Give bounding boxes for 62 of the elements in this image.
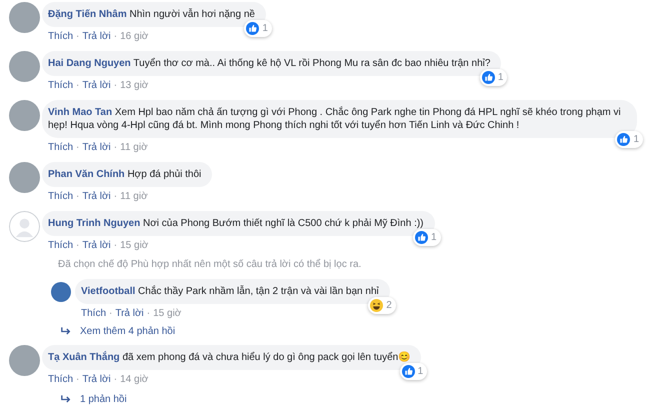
comment-action-link[interactable]: Thích [48,30,74,43]
avatar-photo-placeholder[interactable] [9,2,40,33]
reaction-count-badge[interactable]: 1 [412,229,441,246]
avatar-photo-placeholder[interactable] [9,100,40,131]
separator-dot: · [76,30,80,43]
avatar-photo-placeholder[interactable] [9,51,40,82]
reaction-count-badge[interactable]: 1 [615,131,643,148]
comment-action-link[interactable]: Trả lời [82,239,111,252]
comment-action-link[interactable]: Trả lời [82,141,111,154]
separator-dot: · [76,239,80,252]
author-link[interactable]: Hung Trinh Nguyen [48,218,140,229]
author-link[interactable]: Tạ Xuân Thắng [48,352,120,363]
separator-dot: · [109,307,112,320]
reply-arrow-icon [61,395,71,404]
view-replies-link[interactable]: Xem thêm 4 phản hồi [80,326,176,337]
filter-notice: Đã chọn chế độ Phù hợp nhất nên một số câu trả lời có thể bị lọc ra. [58,259,362,270]
avatar-photo-placeholder[interactable] [9,345,40,376]
thumbs-up-icon [617,133,630,146]
comment-action-link[interactable]: Trả lời [82,190,111,203]
thumbs-up-icon [246,22,260,35]
separator-dot: · [114,373,118,386]
separator-dot: · [114,190,118,203]
laughing-face-icon [370,299,384,312]
author-link[interactable]: Hai Dang Nguyen [48,58,131,69]
reply-arrow-icon [61,327,71,336]
comment-text: Phan Văn Chính Hợp đá phủi thôi [48,168,202,181]
comment-text: Vietfootball Chắc thầy Park nhầm lẫn, tận 2 trận và vài lần bạn nhỉ [81,285,379,298]
comment-action-link[interactable]: Trả lời [82,373,111,386]
separator-dot: · [76,141,80,154]
separator-dot: · [114,141,118,154]
comment-action-link[interactable]: Thích [48,141,74,154]
avatar-photo-placeholder[interactable] [51,282,71,302]
comment-text: Hai Dang Nguyen Tuyển thơ cơ mà.. Ai thống kê hộ VL rồi Phong Mu ra sân đc bao nhiêu trận nhỉ? [48,57,490,70]
default-avatar-icon[interactable] [9,211,40,242]
separator-dot: · [76,79,80,92]
thumbs-up-icon [402,365,415,378]
comment-action-link[interactable]: Thích [48,239,74,252]
view-replies-link[interactable]: 1 phản hồi [80,394,127,405]
thumbs-up-icon [482,71,495,84]
comment-text: Vinh Mao Tan Xem Hpl bao năm chả ấn tượng gì với Phong . Chắc ông Park nghe tin Phong đá HPL nghĩ sẽ khéo trong phạm vi hẹp! Hqua vòng 4-Hpl cũng đá bt. Mình mong Phong thích nghi tốt với tuyển hơn Tiến Linh và Đức Chinh ! [48,106,622,132]
author-link[interactable]: Phan Văn Chính [48,169,125,180]
thumbs-up-icon [414,231,428,244]
separator-dot: · [76,190,80,203]
separator-dot: · [114,30,118,43]
comment-action-link[interactable]: Thích [81,307,106,320]
separator-dot: · [114,79,118,92]
comment-action-link[interactable]: Trả lời [82,79,111,92]
comment-action-link[interactable]: Thích [48,373,74,386]
comment-text: Tạ Xuân Thắng đã xem phong đá và chưa hiểu lý do gì ông pack gọi lên tuyển😊 [48,351,410,364]
comment-action-link[interactable]: Thích [48,190,74,203]
author-link[interactable]: Vinh Mao Tan [48,107,112,118]
separator-dot: · [146,307,150,320]
author-link[interactable]: Đặng Tiến Nhâm [48,9,127,20]
comment-text: Hung Trinh Nguyen Nơi của Phong Bướm thiết nghĩ là C500 chứ k phải Mỹ Đình :)) [48,217,424,230]
comment-action-link[interactable]: Trả lời [115,307,144,320]
author-link[interactable]: Vietfootball [81,286,136,297]
comment-action-link[interactable]: Trả lời [82,30,111,43]
separator-dot: · [114,239,118,252]
separator-dot: · [76,373,80,386]
avatar-photo-placeholder[interactable] [9,162,40,193]
comment-action-link[interactable]: Thích [48,79,74,92]
comment-text: Đặng Tiến Nhâm Nhìn người vẫn hơi nặng nề [48,8,255,21]
